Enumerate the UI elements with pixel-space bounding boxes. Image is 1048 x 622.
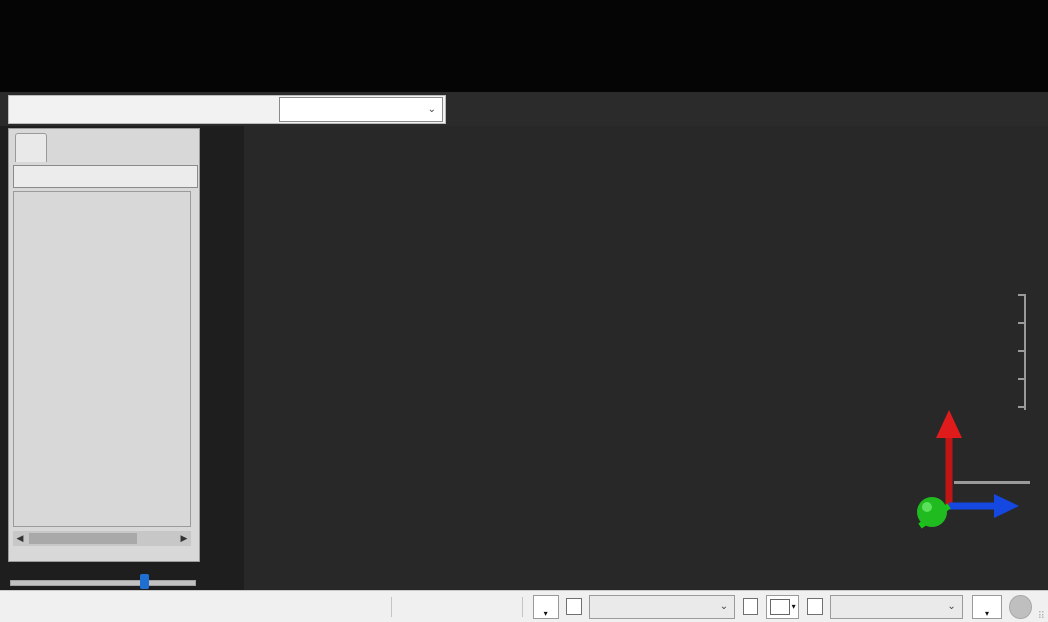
color-apply-checkbox[interactable] bbox=[743, 598, 759, 615]
tree-horizontal-scrollbar[interactable]: ◀ ▶ bbox=[13, 531, 191, 546]
menu-bar bbox=[0, 0, 1048, 22]
view-cube-button[interactable]: ▾ bbox=[972, 595, 1002, 619]
reference-visibility-checkbox[interactable] bbox=[566, 598, 582, 615]
slider-track[interactable] bbox=[10, 580, 196, 586]
slider-thumb[interactable] bbox=[140, 574, 149, 589]
search-input[interactable] bbox=[13, 165, 198, 188]
ribbon-button-row bbox=[0, 59, 1048, 92]
ribbon-tab-row bbox=[0, 22, 1048, 59]
layer-select[interactable]: ⌄ bbox=[830, 595, 963, 619]
3d-viewport[interactable] bbox=[244, 126, 1048, 590]
command-row: ⌄ bbox=[0, 92, 1048, 126]
go2cam-window: ⌄ ◀ ▶ bbox=[0, 0, 1048, 621]
command-panel: ⌄ bbox=[8, 95, 446, 124]
main-area: ◀ ▶ bbox=[0, 126, 1048, 590]
command-combobox[interactable]: ⌄ bbox=[279, 97, 443, 122]
tab-machining[interactable] bbox=[15, 133, 47, 162]
resize-grip[interactable]: ⠿ bbox=[1038, 611, 1046, 622]
scale-ruler bbox=[1014, 294, 1026, 410]
reference-select[interactable]: ⌄ bbox=[589, 595, 735, 619]
layer-visibility-checkbox[interactable] bbox=[807, 598, 823, 615]
machining-tree bbox=[13, 191, 191, 527]
grid-toggle-button[interactable]: ▾ bbox=[533, 595, 559, 619]
logo-divider bbox=[954, 481, 1030, 484]
machining-panel: ◀ ▶ bbox=[8, 128, 200, 562]
scroll-left-icon[interactable]: ◀ bbox=[13, 533, 27, 544]
scroll-right-icon[interactable]: ▶ bbox=[177, 533, 191, 544]
color-swatch-button[interactable]: ▾ bbox=[766, 595, 800, 619]
tree-zoom-slider[interactable] bbox=[8, 570, 198, 588]
status-bar: ▾ ⌄ ▾ ⌄ ▾ ⠿ bbox=[0, 590, 1048, 622]
scrollbar-thumb[interactable] bbox=[29, 533, 137, 544]
chevron-down-icon[interactable]: ⌄ bbox=[428, 104, 436, 115]
axis-triad bbox=[874, 396, 1024, 536]
help-button[interactable] bbox=[1009, 595, 1031, 619]
go2cam-logo bbox=[954, 478, 1030, 488]
